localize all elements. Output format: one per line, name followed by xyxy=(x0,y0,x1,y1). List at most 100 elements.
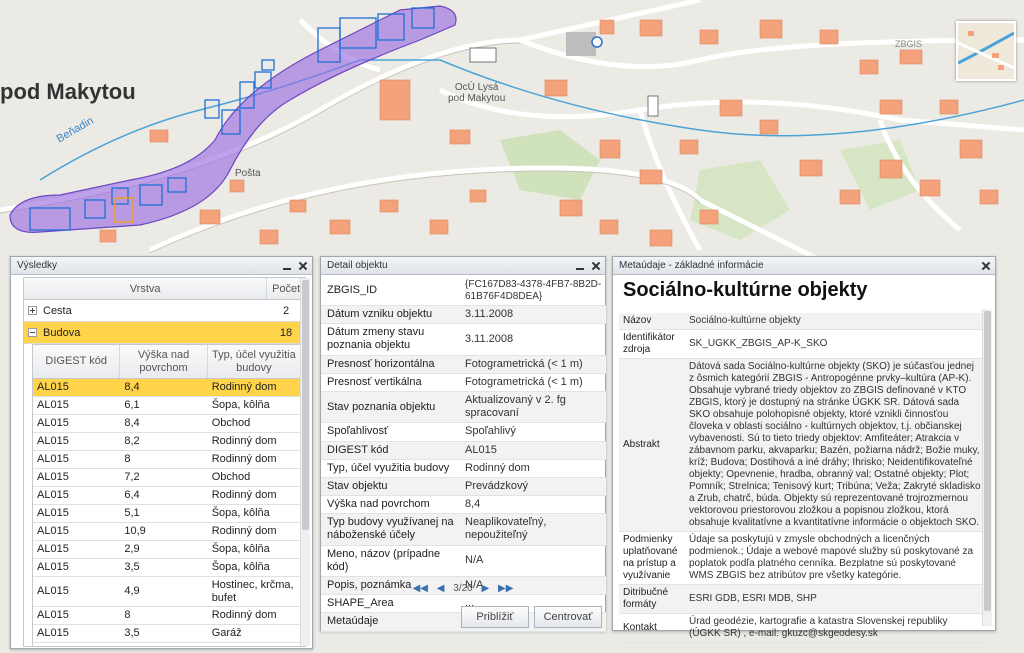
metadata-panel-title: Metaúdaje - základné informácie xyxy=(619,260,764,271)
close-icon[interactable] xyxy=(591,257,601,275)
height-cell: 8 xyxy=(124,609,131,622)
detail-pager: ◀◀ ◀ 3/20 ▶ ▶▶ xyxy=(321,583,605,594)
layer-name: Budova xyxy=(43,327,81,339)
attribute-value: {FC167D83-4378-4FB7-8B2D-61B76F4D8DEA} xyxy=(465,279,602,302)
attribute-name: Výška nad povrchom xyxy=(327,498,430,511)
building-type-cell: Hostinec, krčma, bufet xyxy=(211,579,294,604)
attribute-name: Dátum zmeny stavu poznania objektu xyxy=(327,326,425,352)
digest-code-cell: AL015 xyxy=(37,399,69,412)
type-column-header[interactable]: Typ, účel využitia budovy xyxy=(208,345,301,378)
table-row[interactable]: AL015 8,2 Rodinný dom xyxy=(33,433,301,451)
building-type-cell: Šopa, kôlňa xyxy=(211,507,270,520)
table-row[interactable]: AL015 3,5 Šopa, kôlňa xyxy=(33,559,301,577)
detail-row: ZBGIS_ID {FC167D83-4378-4FB7-8B2D-61B76F4… xyxy=(321,277,606,306)
results-scrollbar[interactable] xyxy=(300,278,310,646)
detail-row: DIGEST kód AL015 xyxy=(321,441,606,460)
attribute-name: ZBGIS_ID xyxy=(327,284,378,297)
digest-code-cell: AL015 xyxy=(37,507,69,520)
height-cell: 5,1 xyxy=(124,507,140,520)
minimize-icon[interactable] xyxy=(575,257,585,275)
detail-row: Dátum zmeny stavu poznania objektu 3.11.2… xyxy=(321,324,606,356)
bridge xyxy=(647,95,659,117)
minimize-icon[interactable] xyxy=(282,257,292,275)
table-row[interactable]: AL015 6,1 Šopa, kôlňa xyxy=(33,397,301,415)
table-row[interactable]: AL015 6,4 Rodinný dom xyxy=(33,487,301,505)
metadata-key: Podmienky uplatňované na prístup a využí… xyxy=(623,534,678,581)
scrollbar-thumb[interactable] xyxy=(302,280,309,530)
table-row[interactable]: AL015 8 Rodinný dom xyxy=(33,607,301,626)
expand-icon[interactable] xyxy=(28,306,37,315)
layer-column-header[interactable]: Vrstva xyxy=(24,278,268,299)
building-type-cell: Obchod xyxy=(211,471,251,484)
attribute-value: AL015 xyxy=(465,443,497,456)
collapse-icon[interactable] xyxy=(28,328,37,337)
digest-column-header[interactable]: DIGEST kód xyxy=(33,345,121,378)
building-rows: AL015 8,4 Rodinný dom AL015 6,1 Šopa, kôlňa AL… xyxy=(33,379,301,644)
building-type-cell: Obchod xyxy=(211,417,251,430)
attribute-name: Presnosť vertikálna xyxy=(327,375,422,388)
attribute-name: SHAPE_Area xyxy=(327,597,394,610)
zoom-to-button[interactable]: Priblížiť xyxy=(461,606,529,628)
table-row[interactable]: AL015 8,4 Rodinný dom xyxy=(33,379,301,397)
table-row[interactable]: AL015 4,9 Hostinec, krčma, bufet xyxy=(33,577,301,608)
detail-row: Meno, názov (prípadne kód) N/A xyxy=(321,546,606,577)
detail-row: Výška nad povrchom 8,4 xyxy=(321,496,606,515)
metadata-value: Úrad geodézie, kartografie a katastra Sl… xyxy=(689,616,948,639)
village-label: pod Makytou xyxy=(0,79,136,104)
digest-code-cell: AL015 xyxy=(37,453,69,466)
height-cell: 6,4 xyxy=(124,489,140,502)
last-page-icon[interactable]: ▶▶ xyxy=(498,583,513,594)
metadata-scrollbar[interactable] xyxy=(982,309,992,626)
digest-code-cell: AL015 xyxy=(37,435,69,448)
height-cell: 6,1 xyxy=(124,399,140,412)
layer-table-header: Vrstva Počet xyxy=(24,278,305,300)
metadata-table: Názov Sociálno-kultúrne objekty Identifiká… xyxy=(619,313,985,643)
attribute-name: Metaúdaje xyxy=(327,615,379,628)
digest-code-cell: AL015 xyxy=(37,417,69,430)
overview-map-thumbnail[interactable] xyxy=(956,21,1016,81)
minimap-icon xyxy=(957,23,1015,79)
detail-panel-title: Detail objektu xyxy=(327,260,388,271)
close-icon[interactable] xyxy=(981,257,991,275)
digest-code-cell: AL015 xyxy=(37,525,69,538)
digest-code-cell: AL015 xyxy=(37,543,69,556)
metadata-row: Ditribučné formáty ESRI GDB, ESRI MDB, SH… xyxy=(619,585,985,614)
table-row[interactable]: AL015 8 Rodinný dom xyxy=(33,451,301,469)
layer-row-budova[interactable]: Budova 18 xyxy=(24,322,305,344)
bridge xyxy=(469,47,497,63)
metadata-key: Abstrakt xyxy=(623,439,660,450)
metadata-value: Sociálno-kultúrne objekty xyxy=(689,315,801,326)
table-row[interactable]: AL015 7,2 Obchod xyxy=(33,469,301,487)
next-page-icon[interactable]: ▶ xyxy=(482,583,490,594)
center-button[interactable]: Centrovať xyxy=(534,606,602,628)
table-row[interactable]: AL015 3,5 Garáž xyxy=(33,625,301,644)
poi-icon[interactable] xyxy=(591,36,603,48)
table-row[interactable]: AL015 5,1 Šopa, kôlňa xyxy=(33,505,301,523)
layer-row-cesta[interactable]: Cesta 2 xyxy=(24,300,305,322)
metadata-value: SK_UGKK_ZBGIS_AP-K_SKO xyxy=(689,338,828,349)
table-row[interactable]: AL015 2,9 Šopa, kôlňa xyxy=(33,541,301,559)
building-type-cell: Rodinný dom xyxy=(211,489,277,502)
table-row[interactable]: AL015 8,4 Obchod xyxy=(33,415,301,433)
attribute-name: Spoľahlivosť xyxy=(327,425,389,438)
scrollbar-thumb[interactable] xyxy=(984,311,991,611)
metadata-row: Podmienky uplatňované na prístup a využí… xyxy=(619,532,985,585)
prev-page-icon[interactable]: ◀ xyxy=(437,583,445,594)
digest-code-cell: AL015 xyxy=(37,585,69,598)
digest-code-cell: AL015 xyxy=(37,609,69,622)
height-column-header[interactable]: Výška nad povrchom xyxy=(120,345,208,378)
attribute-value: 3.11.2008 xyxy=(465,308,514,320)
close-icon[interactable] xyxy=(298,257,308,275)
building-type-cell: Rodinný dom xyxy=(211,435,277,448)
height-cell: 8,2 xyxy=(124,435,140,448)
attribute-value: Aktualizovaný v 2. fg spracovaní xyxy=(465,393,566,420)
attribute-value: 8,4 xyxy=(465,498,481,511)
table-row[interactable]: AL015 10,9 Rodinný dom xyxy=(33,523,301,541)
detail-row: Stav poznania objektu Aktualizovaný v 2. … xyxy=(321,391,606,424)
first-page-icon[interactable]: ◀◀ xyxy=(413,583,428,594)
results-panel-header: Výsledky xyxy=(11,257,312,275)
page-indicator: 3/20 xyxy=(453,583,473,594)
digest-code-cell: AL015 xyxy=(37,627,69,640)
building-type-cell: Rodinný dom xyxy=(211,381,277,394)
attribute-name: Stav objektu xyxy=(327,479,388,492)
